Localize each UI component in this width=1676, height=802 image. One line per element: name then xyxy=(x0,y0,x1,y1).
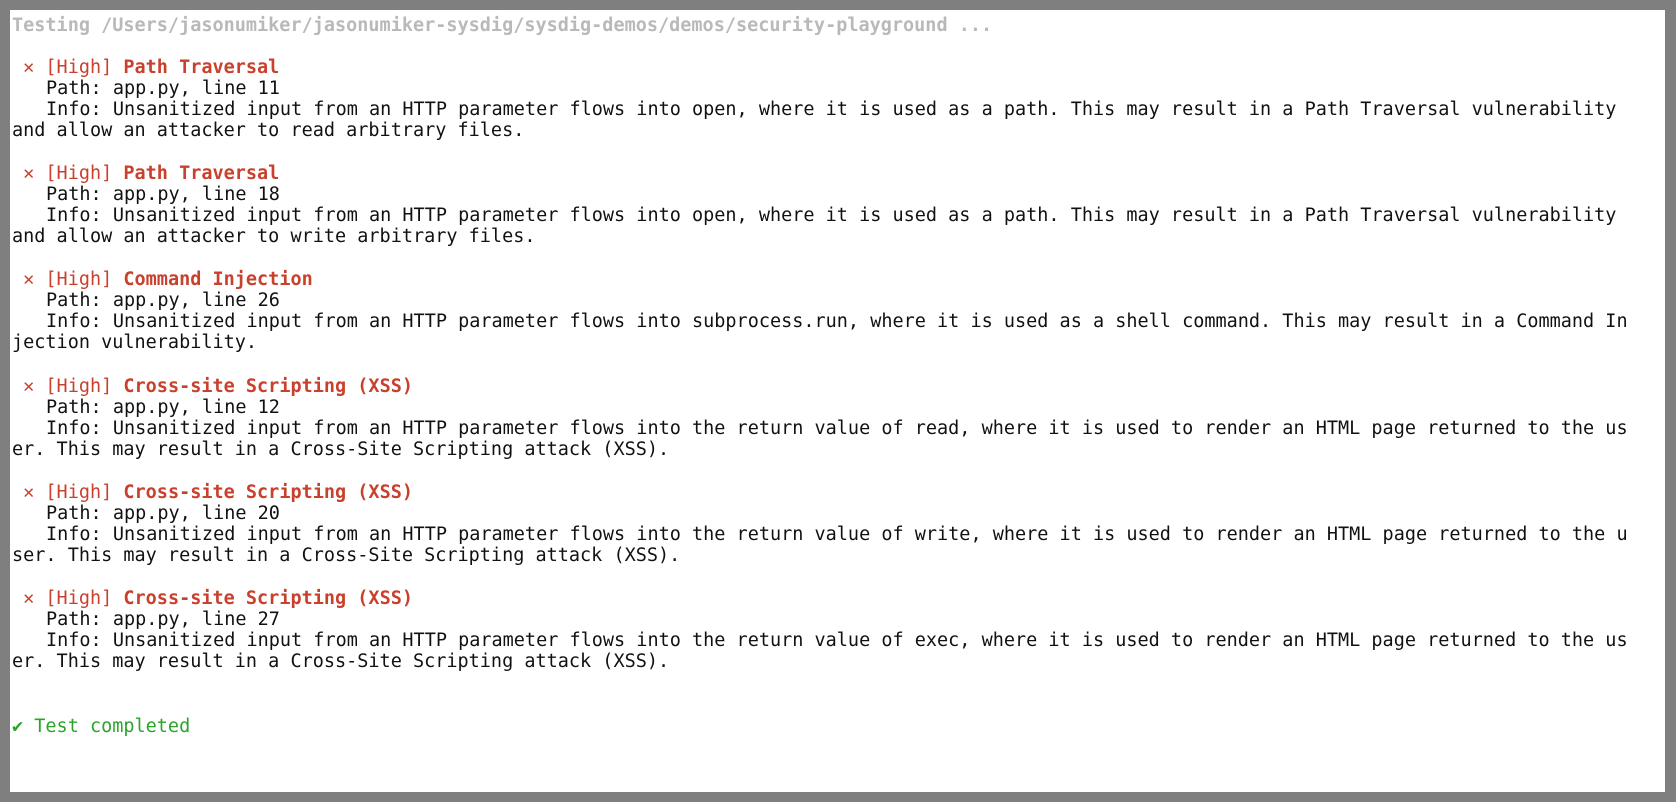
scan-header: Testing /Users/jasonumiker/jasonumiker-s… xyxy=(12,15,993,36)
issue-path: Path: app.py, line 12 xyxy=(46,397,280,418)
issue-title: Cross-site Scripting (XSS) xyxy=(123,482,413,503)
issue-info: Info: Unsanitized input from an HTTP par… xyxy=(46,205,1617,226)
issue-heading: ✕ [High] Path Traversal xyxy=(12,57,279,79)
issue-heading: ✕ [High] Cross-site Scripting (XSS) xyxy=(12,376,413,398)
error-x-icon: ✕ xyxy=(23,269,35,290)
issue-info: Info: Unsanitized input from an HTTP par… xyxy=(46,418,1628,439)
issue-path: Path: app.py, line 27 xyxy=(46,609,280,630)
issue-info: Info: Unsanitized input from an HTTP par… xyxy=(46,311,1628,332)
issue-info-continued: ser. This may result in a Cross-Site Scr… xyxy=(12,545,681,566)
severity-label: [High] xyxy=(45,482,113,503)
issue-path: Path: app.py, line 11 xyxy=(46,78,280,99)
issue-title: Command Injection xyxy=(123,269,313,290)
error-x-icon: ✕ xyxy=(23,57,35,78)
issue-info: Info: Unsanitized input from an HTTP par… xyxy=(46,630,1628,651)
issue-heading: ✕ [High] Command Injection xyxy=(12,269,313,291)
issue-title: Cross-site Scripting (XSS) xyxy=(123,376,413,397)
issue-info-continued: and allow an attacker to write arbitrary… xyxy=(12,226,536,247)
issue-title: Cross-site Scripting (XSS) xyxy=(123,588,413,609)
issue-heading: ✕ [High] Path Traversal xyxy=(12,163,279,185)
severity-label: [High] xyxy=(45,163,113,184)
severity-label: [High] xyxy=(45,57,113,78)
error-x-icon: ✕ xyxy=(23,588,35,609)
error-x-icon: ✕ xyxy=(23,163,35,184)
issue-info: Info: Unsanitized input from an HTTP par… xyxy=(46,99,1617,120)
issue-info-continued: er. This may result in a Cross-Site Scri… xyxy=(12,651,670,672)
issue-info-continued: and allow an attacker to read arbitrary … xyxy=(12,120,525,141)
issue-title: Path Traversal xyxy=(123,163,280,184)
issue-heading: ✕ [High] Cross-site Scripting (XSS) xyxy=(12,588,413,610)
severity-label: [High] xyxy=(45,588,113,609)
severity-label: [High] xyxy=(45,269,113,290)
issue-path: Path: app.py, line 26 xyxy=(46,290,280,311)
terminal-output: Testing /Users/jasonumiker/jasonumiker-s… xyxy=(10,10,1665,792)
error-x-icon: ✕ xyxy=(23,376,35,397)
issue-title: Path Traversal xyxy=(123,57,280,78)
issue-path: Path: app.py, line 20 xyxy=(46,503,280,524)
issue-info-continued: jection vulnerability. xyxy=(12,332,258,353)
test-completed-status: ✔ Test completed xyxy=(12,716,191,737)
issue-info-continued: er. This may result in a Cross-Site Scri… xyxy=(12,439,670,460)
issue-info: Info: Unsanitized input from an HTTP par… xyxy=(46,524,1628,545)
severity-label: [High] xyxy=(45,376,113,397)
issue-path: Path: app.py, line 18 xyxy=(46,184,280,205)
error-x-icon: ✕ xyxy=(23,482,35,503)
issue-heading: ✕ [High] Cross-site Scripting (XSS) xyxy=(12,482,413,504)
